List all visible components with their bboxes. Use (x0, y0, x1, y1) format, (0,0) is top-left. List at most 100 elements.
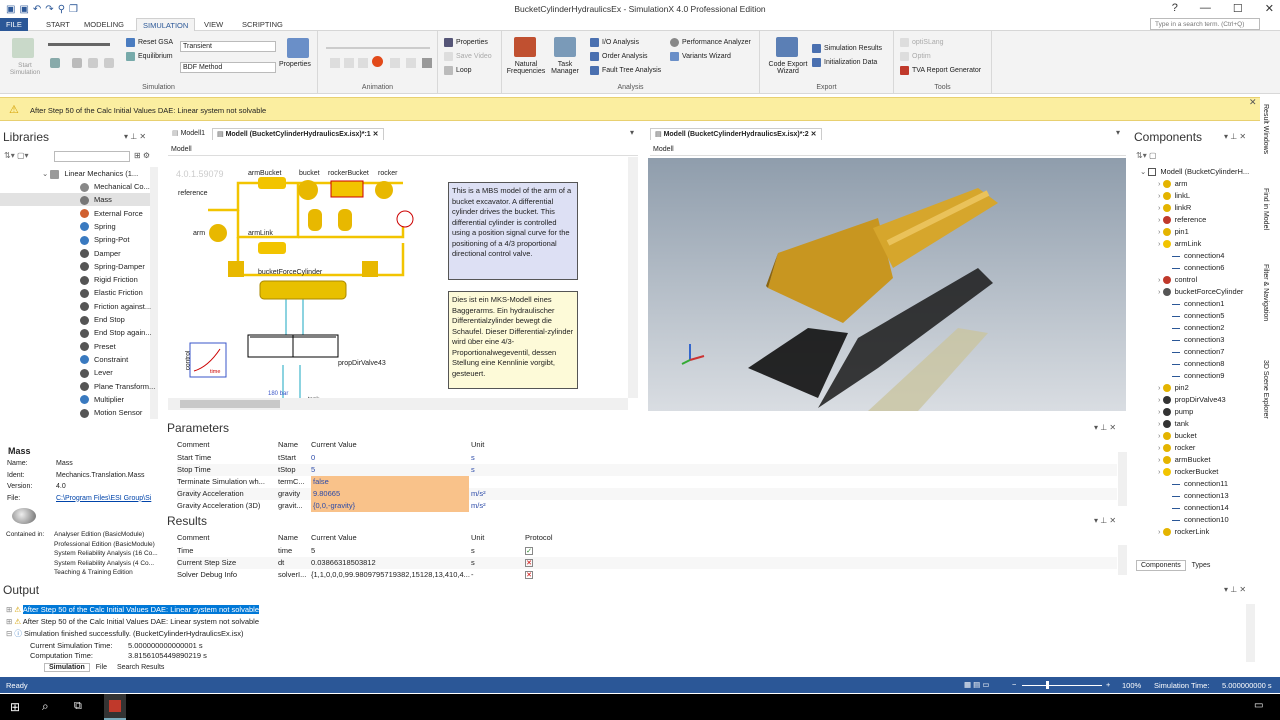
task-manager-icon[interactable] (554, 37, 576, 57)
component-item[interactable]: connection13 (1172, 490, 1229, 502)
library-item[interactable]: Spring (0, 220, 150, 233)
view-mode-icons[interactable]: ▦ ▤ ▭ (964, 680, 989, 689)
tab-modell-2[interactable]: ▤ Modell (BucketCylinderHydraulicsEx.isx… (650, 128, 822, 140)
variants-wizard-button[interactable]: Variants Wizard (670, 52, 731, 61)
tab-types[interactable]: Types (1188, 561, 1215, 570)
tva-report-button[interactable]: TVA Report Generator (900, 66, 981, 75)
step-back-icon[interactable] (50, 58, 60, 68)
table-row[interactable]: Current Step Size dt 0.03866318503812 s ✕ (177, 557, 1117, 569)
component-item[interactable]: › bucketForceCylinder (1158, 286, 1243, 298)
component-item[interactable]: connection11 (1172, 478, 1228, 490)
io-analysis-button[interactable]: I/O Analysis (590, 38, 639, 47)
column-header[interactable]: Comment (177, 533, 210, 542)
library-item[interactable]: Spring-Damper (0, 260, 150, 273)
table-cell[interactable]: 5 (311, 464, 315, 476)
order-analysis-button[interactable]: Order Analysis (590, 52, 648, 61)
notification-icon[interactable]: ▭ (1254, 700, 1263, 711)
start-simulation-icon[interactable] (12, 38, 34, 58)
close-tab-icon[interactable]: ✕ (811, 131, 817, 138)
component-item[interactable]: connection3 (1172, 334, 1224, 346)
tab-components[interactable]: Components (1136, 560, 1186, 571)
column-header[interactable]: Current Value (311, 440, 357, 449)
component-item[interactable]: connection2 (1172, 322, 1224, 334)
component-item[interactable]: connection6 (1172, 262, 1224, 274)
component-item[interactable]: connection8 (1172, 358, 1224, 370)
start-simulation-button[interactable]: Start Simulation (4, 62, 46, 76)
component-item[interactable]: › bucket (1158, 430, 1197, 442)
library-tools-icon[interactable]: ⊞ ⚙ (134, 151, 150, 160)
stop-icon[interactable] (88, 58, 98, 68)
end-icon[interactable] (422, 58, 432, 68)
library-item[interactable]: Motion Sensor (0, 406, 150, 419)
component-item[interactable]: › pump (1158, 406, 1193, 418)
column-header[interactable]: Name (278, 440, 298, 449)
natural-frequencies-icon[interactable] (514, 37, 536, 57)
table-cell[interactable]: 9.80665 (311, 488, 469, 500)
zoom-out-icon[interactable]: − (1012, 680, 1016, 689)
tab-list-icon[interactable]: ▾ (630, 128, 634, 137)
table-row[interactable]: Terminate Simulation wh... termC... false (177, 476, 1117, 488)
tab-output-file[interactable]: File (92, 664, 111, 671)
library-item[interactable]: End Stop again... (0, 326, 152, 339)
component-item[interactable]: › pin2 (1158, 382, 1189, 394)
code-export-button[interactable]: Code Export Wizard (762, 61, 814, 75)
zoom-thumb[interactable] (1046, 681, 1049, 689)
column-header[interactable]: Protocol (525, 533, 553, 542)
performance-analyzer-button[interactable]: Performance Analyzer (670, 38, 751, 47)
results-scrollbar[interactable] (1118, 545, 1127, 575)
search-icon[interactable]: ⌕ (42, 699, 49, 714)
properties-icon[interactable] (287, 38, 309, 58)
close-button[interactable]: ✕ (1265, 2, 1274, 15)
library-item[interactable]: Damper (0, 247, 150, 260)
component-item[interactable]: connection10 (1172, 514, 1229, 526)
close-tab-icon[interactable]: ✕ (373, 131, 379, 138)
column-header[interactable]: Unit (471, 440, 484, 449)
initialization-data-button[interactable]: Initialization Data (812, 58, 877, 67)
prev-frame-icon[interactable] (344, 58, 354, 68)
component-item[interactable]: › armBucket (1158, 454, 1210, 466)
help-icon[interactable]: ? (1172, 2, 1178, 15)
component-item[interactable]: › propDirValve43 (1158, 394, 1226, 406)
next-frame-icon[interactable] (390, 58, 400, 68)
fault-tree-button[interactable]: Fault Tree Analysis (590, 66, 661, 75)
minimize-button[interactable]: — (1200, 2, 1211, 15)
tab-modell-1[interactable]: ▤ Modell (BucketCylinderHydraulicsEx.isx… (212, 128, 384, 140)
library-item[interactable]: Plane Transform... (0, 380, 155, 393)
note-english[interactable]: This is a MBS model of the arm of a buck… (448, 182, 578, 280)
library-root[interactable]: ⌄ Linear Mechanics (1... (42, 167, 138, 180)
table-row[interactable]: Gravity Acceleration (3D) gravit... {0,0,-… (177, 500, 1117, 512)
table-row[interactable]: Time time 5 s ✓ (177, 545, 1117, 557)
task-view-icon[interactable]: ⧉ (74, 700, 82, 713)
side-tab-result-windows[interactable]: Result Windows (1262, 104, 1269, 154)
library-item[interactable]: Spring-Pot (0, 233, 150, 246)
tab-output-simulation[interactable]: Simulation (44, 663, 90, 672)
component-item[interactable]: › rocker (1158, 442, 1195, 454)
table-row[interactable]: Solver Debug Info solverI... {1,1,0,0,0,99… (177, 569, 1117, 581)
tab-view[interactable]: VIEW (198, 18, 229, 31)
component-item[interactable]: connection9 (1172, 370, 1224, 382)
column-header[interactable]: Unit (471, 533, 484, 542)
library-item[interactable]: Elastic Friction (0, 286, 150, 299)
protocol-unchecked-icon[interactable]: ✕ (525, 571, 533, 579)
side-tab-filter[interactable]: Filter & Navigation (1262, 264, 1269, 321)
side-tab-find[interactable]: Find in Model (1262, 188, 1269, 230)
close-warning-icon[interactable]: ✕ (1249, 97, 1257, 108)
method-select[interactable]: BDF Method (180, 62, 276, 73)
library-item[interactable]: Preset (0, 340, 150, 353)
diagram-canvas[interactable]: 4.0.1.59079 armBucket bucket rockerBucke… (168, 157, 638, 411)
loop-button[interactable]: Loop (444, 66, 472, 75)
table-cell[interactable]: false (311, 476, 469, 488)
table-row[interactable]: Stop Time tStop 5 s (177, 464, 1117, 476)
library-item[interactable]: Lever (0, 366, 150, 379)
library-item[interactable]: Multiplier (0, 393, 150, 406)
reset-gsa-button[interactable]: Reset GSA (126, 38, 173, 47)
pause-icon[interactable] (104, 58, 114, 68)
component-item[interactable]: connection5 (1172, 310, 1224, 322)
tab-list-icon-2[interactable]: ▾ (1116, 128, 1120, 137)
note-german[interactable]: Dies ist ein MKS-Modell eines Baggerarms… (448, 291, 578, 389)
zoom-slider[interactable] (1022, 685, 1102, 686)
components-toolbar-icon[interactable]: ⇅▾ ▢ (1136, 151, 1157, 160)
component-root[interactable]: ⌄ Modell (BucketCylinderH... (1140, 166, 1249, 178)
play-icon[interactable] (372, 56, 383, 67)
output-scrollbar[interactable] (1246, 604, 1255, 662)
